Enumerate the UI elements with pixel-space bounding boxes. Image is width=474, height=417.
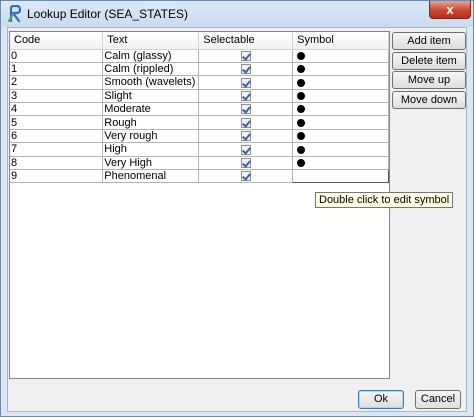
filled-circle-icon (297, 105, 306, 114)
cell-symbol[interactable] (292, 89, 389, 104)
selectable-checkbox[interactable] (240, 171, 251, 182)
table-row[interactable]: 6 Very rough (10, 129, 389, 144)
cell-symbol[interactable] (292, 75, 389, 90)
cell-code[interactable]: 2 (10, 75, 104, 90)
dialog-body: Code Text Selectable Symbol 0 Calm (glass… (7, 27, 467, 412)
selectable-checkbox[interactable] (240, 50, 251, 61)
cell-text[interactable]: Phenomenal (102, 169, 200, 184)
cell-code[interactable]: 1 (10, 62, 104, 77)
filled-circle-icon (297, 91, 306, 100)
cell-text[interactable]: Calm (rippled) (102, 62, 200, 77)
column-header-code[interactable]: Code (10, 32, 104, 50)
cell-code[interactable]: 9 (10, 169, 104, 184)
selectable-checkbox[interactable] (240, 131, 251, 142)
filled-circle-icon (297, 65, 306, 74)
cell-code[interactable]: 6 (10, 129, 104, 144)
cell-selectable (198, 49, 294, 63)
cell-text[interactable]: Rough (102, 115, 200, 130)
table-row[interactable]: 9 Phenomenal (10, 169, 389, 184)
cell-code[interactable]: 0 (10, 49, 104, 63)
table-header-row: Code Text Selectable Symbol (10, 32, 389, 50)
cell-text[interactable]: Moderate (102, 102, 200, 117)
filled-circle-icon (297, 145, 306, 154)
cell-symbol[interactable] (292, 102, 389, 117)
filled-circle-icon (297, 51, 306, 60)
table-row[interactable]: 4 Moderate (10, 102, 389, 117)
column-header-text[interactable]: Text (102, 32, 200, 50)
lookup-editor-window: Lookup Editor (SEA_STATES) x Code Text S… (0, 0, 474, 417)
cell-selectable (198, 169, 294, 184)
ok-button[interactable]: Ok (358, 390, 404, 409)
cell-text[interactable]: Smooth (wavelets) (102, 75, 200, 90)
cell-selectable (198, 156, 294, 171)
app-logo-icon (8, 5, 22, 23)
add-item-button[interactable]: Add item (392, 32, 466, 50)
table-row[interactable]: 7 High (10, 142, 389, 157)
cell-selectable (198, 102, 294, 117)
symbol-tooltip: Double click to edit symbol (315, 192, 454, 208)
cell-symbol[interactable] (292, 62, 389, 77)
cell-text[interactable]: High (102, 142, 200, 157)
window-title: Lookup Editor (SEA_STATES) (27, 7, 188, 21)
cell-text[interactable]: Calm (glassy) (102, 49, 200, 63)
cancel-button[interactable]: Cancel (415, 390, 461, 409)
cell-symbol[interactable] (292, 169, 389, 184)
selectable-checkbox[interactable] (240, 64, 251, 75)
table-row[interactable]: 3 Slight (10, 89, 389, 104)
cell-selectable (198, 115, 294, 130)
cell-code[interactable]: 3 (10, 89, 104, 104)
selectable-checkbox[interactable] (240, 77, 251, 88)
selectable-checkbox[interactable] (240, 157, 251, 168)
cell-text[interactable]: Very rough (102, 129, 200, 144)
cell-code[interactable]: 7 (10, 142, 104, 157)
filled-circle-icon (297, 118, 306, 127)
table-row[interactable]: 2 Smooth (wavelets) (10, 75, 389, 90)
filled-circle-icon (297, 78, 306, 87)
cell-selectable (198, 129, 294, 144)
cell-selectable (198, 62, 294, 77)
table-row[interactable]: 8 Very High (10, 156, 389, 171)
selectable-checkbox[interactable] (240, 117, 251, 128)
cell-code[interactable]: 4 (10, 102, 104, 117)
selectable-checkbox[interactable] (240, 144, 251, 155)
cell-text[interactable]: Slight (102, 89, 200, 104)
cell-selectable (198, 142, 294, 157)
selectable-checkbox[interactable] (240, 104, 251, 115)
column-header-selectable[interactable]: Selectable (198, 32, 294, 50)
cell-text[interactable]: Very High (102, 156, 200, 171)
cell-code[interactable]: 5 (10, 115, 104, 130)
cell-symbol[interactable] (292, 156, 389, 171)
table-row[interactable]: 5 Rough (10, 115, 389, 130)
delete-item-button[interactable]: Delete item (392, 52, 466, 70)
title-bar[interactable]: Lookup Editor (SEA_STATES) x (1, 1, 473, 27)
cell-code[interactable]: 8 (10, 156, 104, 171)
cell-symbol[interactable] (292, 49, 389, 63)
lookup-grid: Code Text Selectable Symbol 0 Calm (glass… (10, 32, 389, 184)
selectable-checkbox[interactable] (240, 90, 251, 101)
cell-symbol[interactable] (292, 129, 389, 144)
column-header-symbol[interactable]: Symbol (292, 32, 389, 50)
close-button[interactable]: x (429, 1, 471, 19)
cell-selectable (198, 75, 294, 90)
table-row[interactable]: 0 Calm (glassy) (10, 49, 389, 63)
cell-symbol[interactable] (292, 142, 389, 157)
table-row[interactable]: 1 Calm (rippled) (10, 62, 389, 77)
cell-symbol[interactable] (292, 115, 389, 130)
move-up-button[interactable]: Move up (392, 71, 466, 89)
filled-circle-icon (297, 158, 306, 167)
move-down-button[interactable]: Move down (392, 91, 466, 109)
filled-circle-icon (297, 132, 306, 141)
cell-selectable (198, 89, 294, 104)
